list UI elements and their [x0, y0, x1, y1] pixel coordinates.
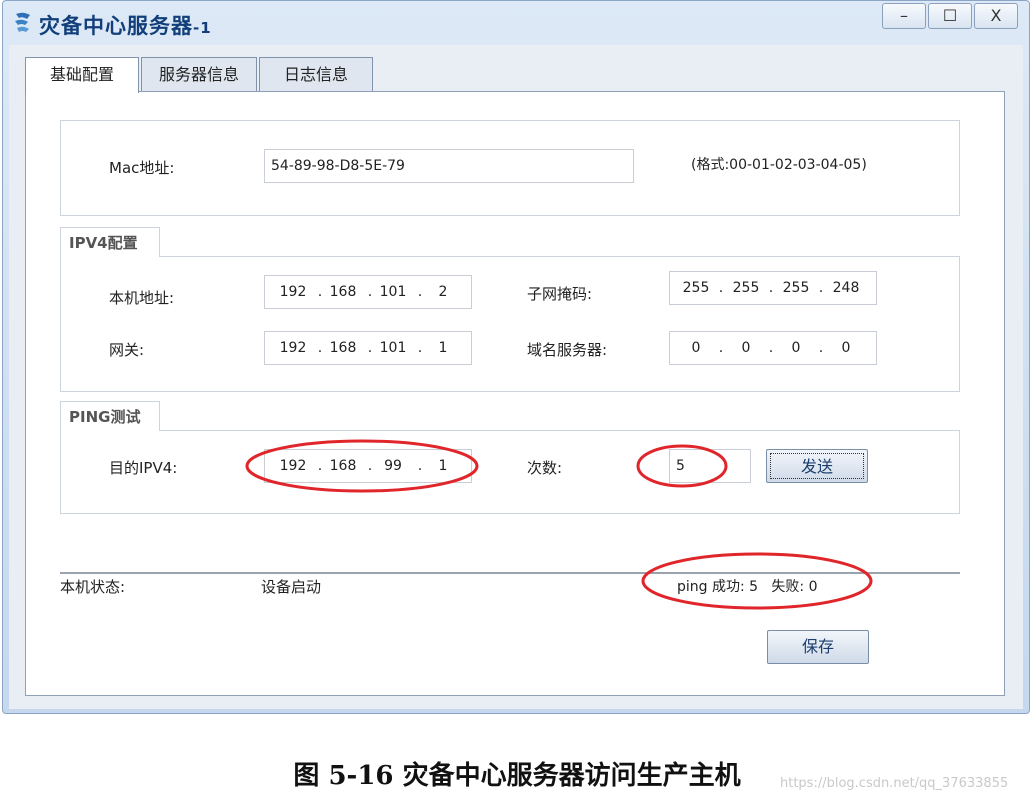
annotation-overlay: [245, 439, 873, 610]
watermark: https://blog.csdn.net/qq_37633855: [780, 776, 1009, 791]
count-highlight-circle: [636, 444, 728, 488]
target-ip-highlight-circle: [245, 439, 479, 493]
tab-basic-config[interactable]: 基础配置: [25, 57, 139, 93]
result-highlight-circle: [641, 552, 873, 610]
